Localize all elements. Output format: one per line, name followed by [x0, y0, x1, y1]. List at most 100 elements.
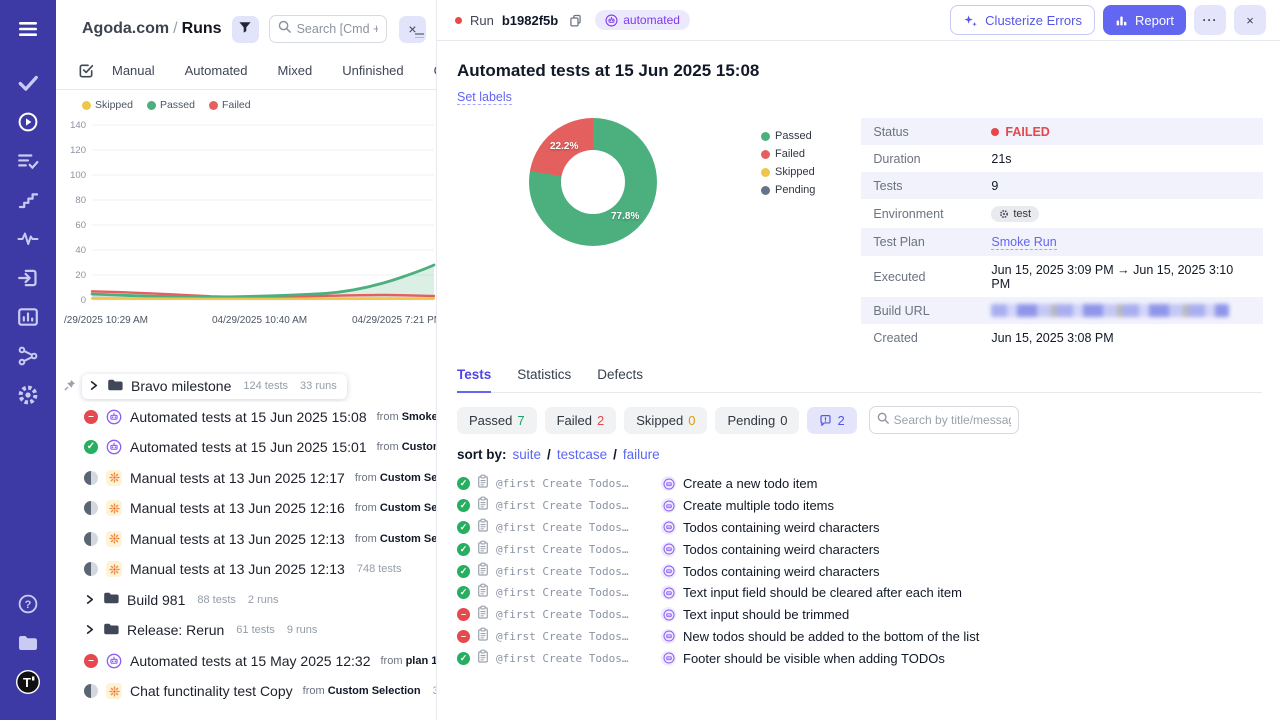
test-suite: @first Create Todos… [496, 629, 629, 643]
projects-icon[interactable] [13, 628, 43, 658]
test-row[interactable]: ✓ @first Create Todos… Todos containing … [457, 538, 1262, 560]
branches-icon[interactable] [13, 341, 43, 371]
tab-mixed[interactable]: Mixed [263, 63, 328, 78]
run-row[interactable]: Manual tests at 13 Jun 2025 12:16 from C… [56, 493, 436, 524]
run-source: from Custom Selection [354, 471, 436, 484]
pinned-group-card[interactable]: Bravo milestone 124 tests 33 runs [82, 373, 347, 399]
filter-button[interactable] [231, 15, 259, 43]
in-progress-status-icon [84, 684, 98, 699]
copy-icon[interactable] [568, 13, 583, 28]
runs-panel: Agoda.com/Runs × Manual Automated Mixed … [56, 0, 437, 720]
test-row[interactable]: – @first Create Todos… New todos should … [457, 626, 1262, 648]
clipboard-icon [477, 540, 489, 559]
group-runs-count: 2 runs [247, 593, 279, 606]
filter-failed-button[interactable]: Failed 2 [544, 406, 617, 434]
run-tests-count: 37 tests [433, 685, 436, 697]
breadcrumb-separator: / [173, 20, 178, 37]
analytics-icon[interactable] [13, 302, 43, 332]
run-row[interactable]: – Automated tests at 15 Jun 2025 15:08 f… [56, 402, 436, 433]
test-row[interactable]: ✓ @first Create Todos… Create a new todo… [457, 473, 1262, 495]
app: ? T Agoda.com/Runs × [0, 0, 1280, 720]
in-progress-status-icon [84, 501, 98, 516]
run-row[interactable]: Manual tests at 13 Jun 2025 12:13 748 te… [56, 554, 436, 585]
sort-by-failure[interactable]: failure [623, 447, 660, 462]
more-button[interactable]: ··· [1194, 5, 1226, 35]
sort-by-testcase[interactable]: testcase [557, 447, 607, 462]
test-title: Text input field should be cleared after… [683, 585, 962, 601]
menu-icon[interactable] [13, 14, 43, 44]
automated-test-icon [661, 607, 676, 623]
run-row[interactable]: Manual tests at 13 Jun 2025 12:17 from C… [56, 463, 436, 494]
chevron-right-icon[interactable] [88, 378, 99, 394]
test-row[interactable]: ✓ @first Create Todos… Text input field … [457, 582, 1262, 604]
legend-skipped: Skipped [761, 166, 815, 178]
environment-badge[interactable]: test [991, 205, 1040, 222]
tests-search [868, 406, 1019, 434]
test-row[interactable]: – @first Create Todos… Text input should… [457, 604, 1262, 626]
test-row[interactable]: ✓ @first Create Todos… Footer should be … [457, 647, 1262, 669]
filter-skipped-button[interactable]: Skipped 0 [624, 406, 708, 434]
bulk-select-icon[interactable] [78, 62, 95, 79]
tab-manual[interactable]: Manual [97, 63, 170, 78]
test-row[interactable]: ✓ @first Create Todos… Create multiple t… [457, 495, 1262, 517]
run-row[interactable]: Chat functinality test Copy from Custom … [56, 676, 436, 707]
failed-dot-icon [761, 149, 770, 159]
passed-percent-label: 77.8% [611, 211, 640, 222]
test-title: Footer should be visible when adding TOD… [683, 650, 945, 666]
filter-passed-button[interactable]: Passed 7 [457, 406, 537, 434]
passed-status-icon: ✓ [457, 499, 470, 513]
test-suite: @first Create Todos… [496, 586, 629, 600]
test-row[interactable]: ✓ @first Create Todos… Todos containing … [457, 560, 1262, 582]
passed-status-icon: ✓ [457, 542, 470, 556]
clipboard-icon [477, 583, 489, 602]
chevron-right-icon[interactable] [84, 622, 95, 638]
main-sidebar: ? T [0, 0, 56, 720]
sort-by-suite[interactable]: suite [513, 447, 542, 462]
area-chart: 140 120 100 80 60 40 20 0 [70, 120, 436, 306]
panel-close-button[interactable]: × [399, 15, 426, 43]
comments-filter-button[interactable]: 2 [807, 406, 857, 434]
filter-pending-button[interactable]: Pending 0 [715, 406, 800, 434]
help-icon[interactable]: ? [13, 589, 43, 619]
run-row[interactable]: Manual tests at 13 Jun 2025 12:13 from C… [56, 524, 436, 555]
status-badge: FAILED [991, 125, 1050, 139]
legend-passed: Passed [761, 130, 815, 142]
milestones-icon[interactable] [13, 185, 43, 215]
test-row[interactable]: ✓ @first Create Todos… Todos containing … [457, 517, 1262, 539]
tab-statistics[interactable]: Statistics [517, 367, 571, 392]
tab-unfinished[interactable]: Unfinished [327, 63, 418, 78]
test-plans-icon[interactable] [13, 146, 43, 176]
testomat-logo[interactable]: T [13, 667, 43, 697]
test-title: Create a new todo item [683, 476, 818, 492]
clipboard-icon [477, 562, 489, 581]
close-run-button[interactable]: × [1234, 5, 1266, 35]
pulse-icon[interactable] [13, 224, 43, 254]
run-row[interactable]: ✓ Automated tests at 15 Jun 2025 15:01 f… [56, 432, 436, 463]
run-overview: 22.2% 77.8% Passed Failed Skipped Pendin… [457, 118, 1264, 351]
failed-status-icon: – [457, 629, 470, 643]
run-group-row[interactable]: Build 981 88 tests 2 runs [56, 585, 436, 616]
chevron-right-icon[interactable] [84, 592, 95, 608]
search-input[interactable] [296, 22, 378, 36]
report-button[interactable]: Report [1102, 5, 1186, 35]
run-row[interactable]: – Automated tests at 15 May 2025 12:32 f… [56, 646, 436, 677]
runs-icon[interactable] [13, 107, 43, 137]
settings-icon[interactable] [13, 380, 43, 410]
pin-icon [64, 378, 76, 394]
tests-search-input[interactable] [893, 413, 1011, 427]
import-icon[interactable] [13, 263, 43, 293]
run-group-row[interactable]: Release: Rerun 61 tests 9 runs [56, 615, 436, 646]
tab-defects[interactable]: Defects [597, 367, 643, 392]
set-labels-link[interactable]: Set labels [457, 90, 512, 105]
tests-icon[interactable] [13, 68, 43, 98]
test-plan-link[interactable]: Smoke Run [991, 235, 1057, 250]
run-source: from Custom Selection [302, 685, 421, 698]
passed-status-icon: ✓ [457, 477, 470, 491]
tab-tests[interactable]: Tests [457, 367, 492, 393]
search-icon [877, 411, 889, 429]
tab-automated[interactable]: Automated [170, 63, 263, 78]
tab-groups[interactable]: Groups [419, 63, 436, 78]
clusterize-errors-button[interactable]: Clusterize Errors [950, 5, 1095, 35]
run-group-row[interactable]: Bravo milestone 124 tests 33 runs [56, 371, 436, 402]
automated-badge[interactable]: automated [595, 10, 690, 30]
